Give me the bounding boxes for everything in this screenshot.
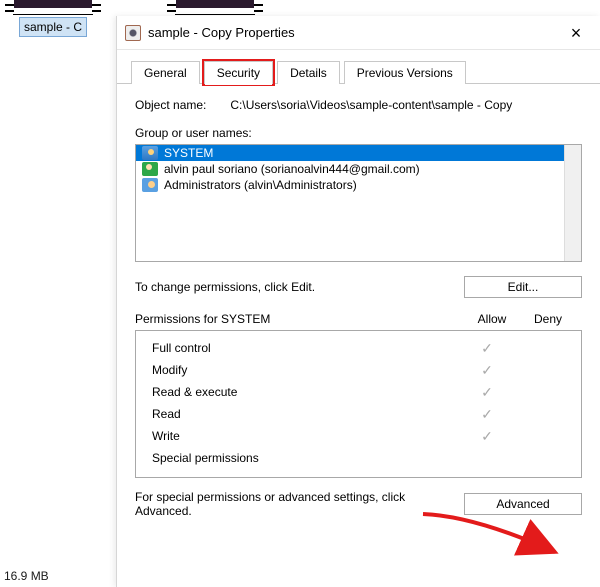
permissions-box: Full control ✓ Modify ✓ Read & execute ✓… <box>135 330 582 478</box>
close-icon[interactable]: × <box>556 18 596 48</box>
video-thumb-1[interactable]: sample - C <box>14 0 92 37</box>
list-item-label: Administrators (alvin\Administrators) <box>164 178 357 192</box>
perm-row: Write ✓ <box>146 425 571 447</box>
tab-body: Object name: C:\Users\soria\Videos\sampl… <box>117 84 600 532</box>
group-users-label: Group or user names: <box>135 126 582 140</box>
list-item: Administrators (alvin\Administrators) <box>136 177 581 193</box>
allow-header: Allow <box>464 312 520 326</box>
perm-row: Full control ✓ <box>146 337 571 359</box>
check-icon: ✓ <box>459 406 515 423</box>
check-icon: ✓ <box>459 340 515 357</box>
tab-details[interactable]: Details <box>277 61 340 84</box>
permissions-header: Permissions for SYSTEM <box>135 312 270 326</box>
perm-row: Special permissions <box>146 447 571 469</box>
edit-hint: To change permissions, click Edit. <box>135 280 315 294</box>
group-users-list[interactable]: SYSTEM alvin paul soriano (sorianoalvin4… <box>135 144 582 262</box>
perm-name: Read <box>146 407 459 421</box>
users-icon <box>142 178 158 192</box>
user-icon <box>142 162 158 176</box>
perm-row: Read & execute ✓ <box>146 381 571 403</box>
file-label: sample - C <box>19 17 87 37</box>
perm-row: Read ✓ <box>146 403 571 425</box>
perm-name: Special permissions <box>146 451 459 465</box>
perm-name: Write <box>146 429 459 443</box>
perm-name: Read & execute <box>146 385 459 399</box>
list-item-label: SYSTEM <box>164 146 213 160</box>
list-item: alvin paul soriano (sorianoalvin444@gmai… <box>136 161 581 177</box>
properties-window: sample - Copy Properties × General Secur… <box>116 16 600 587</box>
object-name-value: C:\Users\soria\Videos\sample-content\sam… <box>230 98 512 112</box>
window-icon <box>125 25 141 41</box>
advanced-hint: For special permissions or advanced sett… <box>135 490 435 518</box>
deny-header: Deny <box>520 312 576 326</box>
tab-security[interactable]: Security <box>204 61 273 84</box>
check-icon: ✓ <box>459 428 515 445</box>
edit-button[interactable]: Edit... <box>464 276 582 298</box>
list-item-label: alvin paul soriano (sorianoalvin444@gmai… <box>164 162 420 176</box>
titlebar: sample - Copy Properties × <box>117 16 600 50</box>
tab-general[interactable]: General <box>131 61 200 84</box>
tab-previous-versions[interactable]: Previous Versions <box>344 61 466 84</box>
tab-strip: General Security Details Previous Versio… <box>117 50 600 84</box>
window-title: sample - Copy Properties <box>148 25 295 40</box>
check-icon: ✓ <box>459 384 515 401</box>
object-name-label: Object name: <box>135 98 206 112</box>
perm-name: Modify <box>146 363 459 377</box>
list-item: SYSTEM <box>136 145 581 161</box>
advanced-button[interactable]: Advanced <box>464 493 582 515</box>
check-icon: ✓ <box>459 362 515 379</box>
video-thumb-2[interactable] <box>176 0 254 14</box>
users-icon <box>142 146 158 160</box>
perm-name: Full control <box>146 341 459 355</box>
scrollbar[interactable] <box>564 145 581 261</box>
perm-row: Modify ✓ <box>146 359 571 381</box>
status-filesize: 16.9 MB <box>4 569 49 583</box>
